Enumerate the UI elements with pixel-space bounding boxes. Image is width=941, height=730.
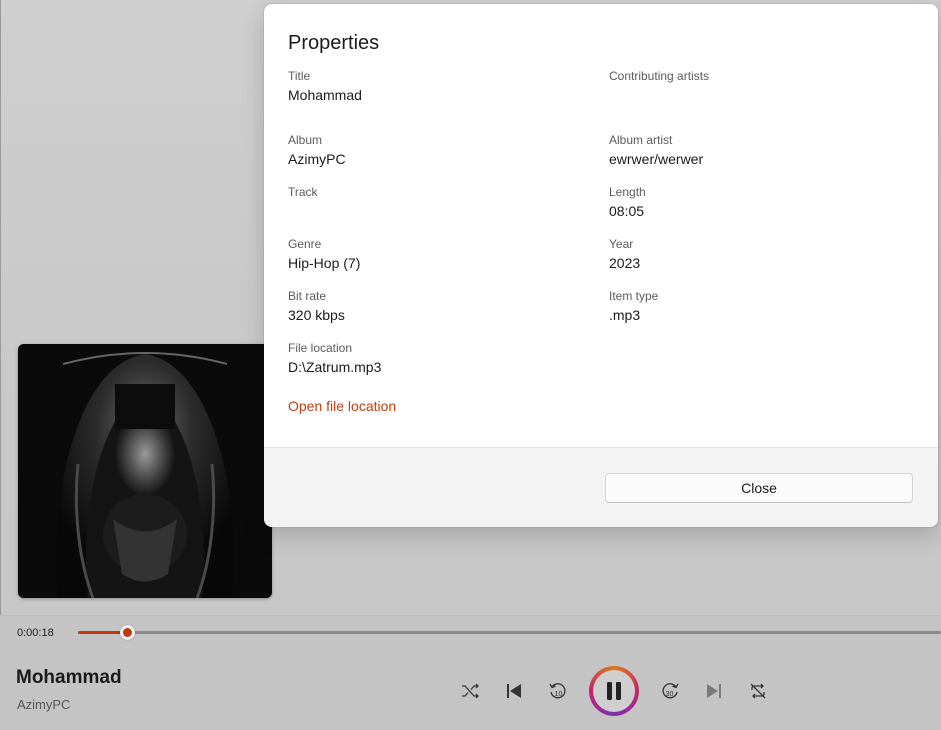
next-icon [707, 684, 721, 698]
prop-genre-value: Hip-Hop (7) [288, 255, 361, 271]
properties-dialog: Properties Title Mohammad Contributing a… [264, 4, 938, 527]
prop-item-type: Item type .mp3 [609, 288, 658, 325]
prop-file-location-value: D:\Zatrum.mp3 [288, 359, 382, 375]
next-button[interactable] [700, 677, 728, 705]
close-button[interactable]: Close [605, 473, 913, 503]
prop-album: Album AzimyPC [288, 132, 346, 169]
media-player-window: 0:00:18 Mohammad AzimyPC 10 30 Propertie… [0, 0, 941, 730]
pause-button[interactable] [589, 666, 639, 716]
album-art[interactable] [18, 344, 272, 598]
shuffle-icon [462, 683, 479, 699]
pause-button-face [593, 670, 635, 712]
repeat-button[interactable] [744, 677, 772, 705]
prop-length-value: 08:05 [609, 203, 645, 219]
prop-album-artist: Album artist ewrwer/werwer [609, 132, 703, 169]
pause-icon [607, 682, 621, 700]
prop-year: Year 2023 [609, 236, 640, 273]
prop-length: Length 08:05 [609, 184, 646, 221]
prop-track-label: Track [288, 185, 318, 199]
prop-bit-rate-label: Bit rate [288, 289, 327, 303]
prop-album-label: Album [288, 133, 323, 147]
prop-album-value: AzimyPC [288, 151, 346, 167]
prop-file-location-label: File location [288, 341, 353, 355]
prop-genre-label: Genre [288, 237, 322, 251]
now-playing-title[interactable]: Mohammad [16, 667, 122, 689]
svg-text:30: 30 [666, 691, 674, 698]
open-file-location-link[interactable]: Open file location [288, 398, 396, 414]
dialog-title: Properties [288, 32, 380, 54]
svg-text:10: 10 [555, 691, 563, 698]
dialog-footer: Close [264, 447, 938, 527]
rewind-10-icon: 10 [549, 683, 566, 699]
prop-year-value: 2023 [609, 255, 641, 271]
player-bar: 0:00:18 Mohammad AzimyPC 10 30 [0, 615, 941, 730]
prop-contributing-artists: Contributing artists [609, 68, 709, 85]
prop-title-value: Mohammad [288, 87, 362, 103]
prop-year-label: Year [609, 237, 634, 251]
prop-genre: Genre Hip-Hop (7) [288, 236, 360, 273]
forward-30-button[interactable]: 30 [656, 677, 684, 705]
elapsed-time: 0:00:18 [17, 627, 54, 639]
previous-icon [507, 684, 521, 698]
prop-bit-rate-value: 320 kbps [288, 307, 345, 323]
forward-30-icon: 30 [662, 683, 679, 699]
shuffle-button[interactable] [456, 677, 484, 705]
prop-album-artist-value: ewrwer/werwer [609, 151, 704, 167]
prop-title: Title Mohammad [288, 68, 362, 105]
prop-bit-rate: Bit rate 320 kbps [288, 288, 345, 325]
prop-album-artist-label: Album artist [609, 133, 673, 147]
album-art-image [18, 344, 272, 598]
repeat-off-icon [750, 683, 766, 699]
prop-track: Track [288, 184, 318, 201]
prop-item-type-value: .mp3 [609, 307, 641, 323]
prop-contributing-artists-label: Contributing artists [609, 69, 710, 83]
seek-bar[interactable] [78, 625, 941, 640]
prop-title-label: Title [288, 69, 311, 83]
prop-item-type-label: Item type [609, 289, 659, 303]
playback-controls: 10 30 [448, 665, 780, 717]
rewind-10-button[interactable]: 10 [544, 677, 572, 705]
prop-file-location: File location D:\Zatrum.mp3 [288, 340, 381, 377]
now-playing-artist[interactable]: AzimyPC [17, 697, 70, 712]
prop-length-label: Length [609, 185, 646, 199]
seek-bar-thumb[interactable] [120, 625, 135, 640]
previous-button[interactable] [500, 677, 528, 705]
